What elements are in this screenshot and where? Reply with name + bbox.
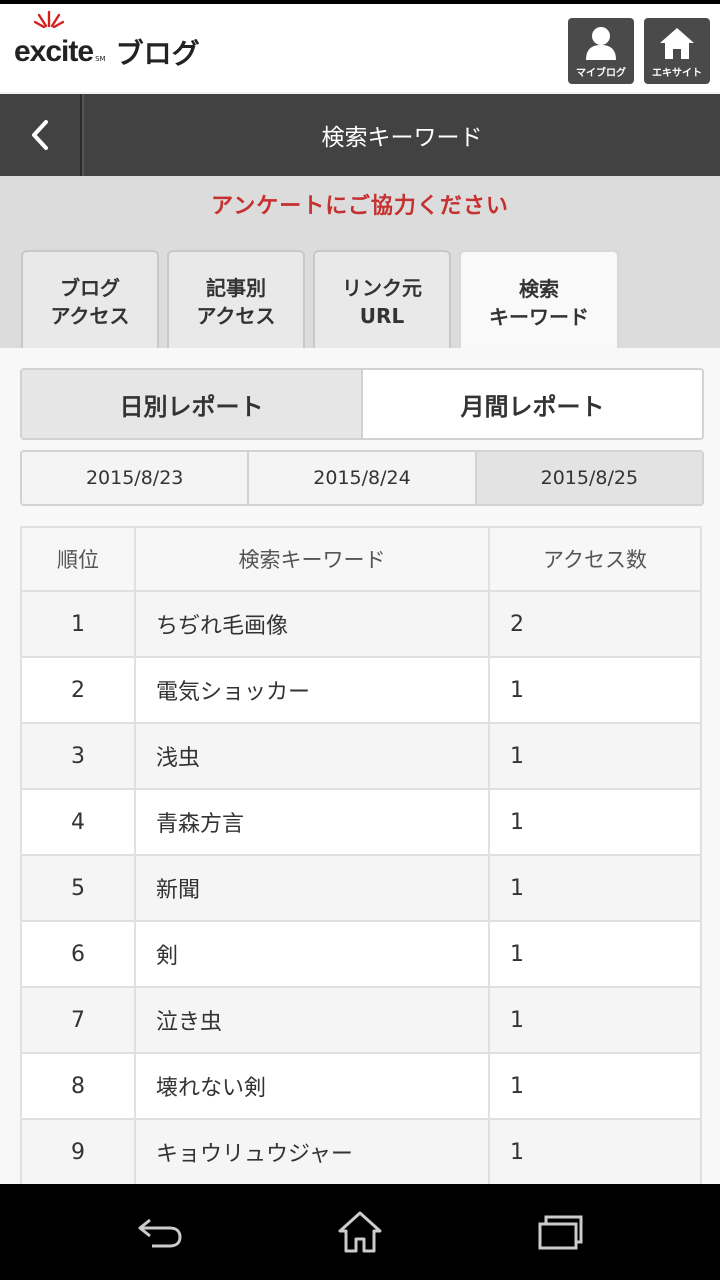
count-cell: 1: [488, 722, 702, 790]
main-content: 日別レポート 月間レポート 2015/8/23 2015/8/24 2015/8…: [0, 348, 720, 1186]
home-outline-icon: [338, 1211, 382, 1253]
header-keyword: 検索キーワード: [134, 526, 490, 592]
tab-label-line1: ブログ: [60, 276, 120, 300]
rank-cell: 6: [20, 920, 136, 988]
logo-blog-text: ブログ: [115, 37, 200, 70]
keyword-cell: 泣き虫: [134, 986, 490, 1054]
recent-apps-icon: [538, 1215, 583, 1250]
rank-cell: 4: [20, 788, 136, 856]
tab-label-line1: 記事別: [206, 276, 266, 300]
my-blog-label: マイブログ: [576, 68, 626, 79]
rank-cell: 5: [20, 854, 136, 922]
nav-home-button[interactable]: [330, 1206, 390, 1258]
count-cell: 2: [488, 590, 702, 658]
nav-recent-apps-button[interactable]: [530, 1206, 590, 1258]
table-row: 1 ちぢれ毛画像 2: [20, 590, 702, 658]
count-cell: 1: [488, 656, 702, 724]
system-nav-bar: [0, 1184, 720, 1280]
chevron-left-icon: [32, 120, 48, 150]
keyword-cell: 壊れない剣: [134, 1052, 490, 1120]
keyword-ranking-table: 順位 検索キーワード アクセス数 1 ちぢれ毛画像 2 2 電気ショッカー 1 …: [20, 526, 702, 1186]
tab-label-line2: URL: [359, 304, 405, 328]
excite-blog-logo[interactable]: excite SM ブログ: [14, 10, 200, 82]
logo-wordmark: excite: [14, 35, 94, 68]
date-option[interactable]: 2015/8/24: [249, 452, 477, 504]
nav-back-button[interactable]: [130, 1206, 190, 1258]
excite-site-label: エキサイト: [652, 68, 702, 79]
header-rank: 順位: [20, 526, 136, 592]
count-cell: 1: [488, 854, 702, 922]
survey-link[interactable]: アンケートにご協力ください: [0, 188, 720, 220]
page-title: 検索キーワード: [321, 125, 483, 151]
tab-referrer-url[interactable]: リンク元 URL: [313, 250, 451, 348]
user-icon: [583, 24, 619, 62]
count-cell: 1: [488, 788, 702, 856]
date-option-selected[interactable]: 2015/8/25: [476, 452, 702, 504]
table-row: 8 壊れない剣 1: [20, 1052, 702, 1120]
title-bar: 検索キーワード: [0, 94, 720, 176]
keyword-cell: 青森方言: [134, 788, 490, 856]
keyword-cell: 浅虫: [134, 722, 490, 790]
report-type-toggle: 日別レポート 月間レポート: [20, 368, 704, 440]
my-blog-button[interactable]: マイブログ: [568, 18, 634, 84]
header-access-count: アクセス数: [488, 526, 702, 592]
rank-cell: 2: [20, 656, 136, 724]
rank-cell: 1: [20, 590, 136, 658]
table-row: 4 青森方言 1: [20, 788, 702, 856]
tab-blog-access[interactable]: ブログ アクセス: [21, 250, 159, 348]
excite-site-button[interactable]: エキサイト: [644, 18, 710, 84]
table-row: 2 電気ショッカー 1: [20, 656, 702, 724]
tab-label-line2: キーワード: [489, 305, 589, 329]
logo-sm-mark: SM: [95, 55, 106, 63]
keyword-cell: 新聞: [134, 854, 490, 922]
top-header: excite SM ブログ マイブログ エキサイト: [0, 0, 720, 92]
tab-zone: アンケートにご協力ください ブログアクセス 記事別アクセス リンク元 URL 検索…: [0, 176, 720, 350]
keyword-cell: ちぢれ毛画像: [134, 590, 490, 658]
monthly-report-button[interactable]: 月間レポート: [363, 370, 702, 438]
tab-label-line1: 検索: [519, 277, 559, 301]
rank-cell: 3: [20, 722, 136, 790]
date-selector: 2015/8/23 2015/8/24 2015/8/25: [20, 450, 704, 506]
keyword-cell: 電気ショッカー: [134, 656, 490, 724]
tab-label-line1: リンク元: [342, 276, 422, 300]
daily-report-button[interactable]: 日別レポート: [22, 370, 363, 438]
table-header-row: 順位 検索キーワード アクセス数: [20, 526, 702, 592]
table-row: 6 剣 1: [20, 920, 702, 988]
tab-search-keywords[interactable]: 検索 キーワード: [459, 250, 619, 350]
back-button[interactable]: [0, 94, 84, 176]
home-icon: [658, 24, 696, 62]
rank-cell: 7: [20, 986, 136, 1054]
tab-label-line2: アクセス: [50, 304, 130, 328]
count-cell: 1: [488, 1052, 702, 1120]
date-option[interactable]: 2015/8/23: [22, 452, 250, 504]
rank-cell: 8: [20, 1052, 136, 1120]
logo-burst-icon: [34, 10, 64, 28]
table-row: 3 浅虫 1: [20, 722, 702, 790]
count-cell: 1: [488, 920, 702, 988]
table-row: 7 泣き虫 1: [20, 986, 702, 1054]
keyword-cell: 剣: [134, 920, 490, 988]
back-arrow-icon: [138, 1218, 182, 1248]
keyword-cell: キョウリュウジャー: [134, 1118, 490, 1186]
count-cell: 1: [488, 1118, 702, 1186]
rank-cell: 9: [20, 1118, 136, 1186]
table-row: 5 新聞 1: [20, 854, 702, 922]
count-cell: 1: [488, 986, 702, 1054]
table-row: 9 キョウリュウジャー 1: [20, 1118, 702, 1186]
tab-article-access[interactable]: 記事別 アクセス: [167, 250, 305, 348]
tab-label-line2: アクセス: [196, 304, 276, 328]
